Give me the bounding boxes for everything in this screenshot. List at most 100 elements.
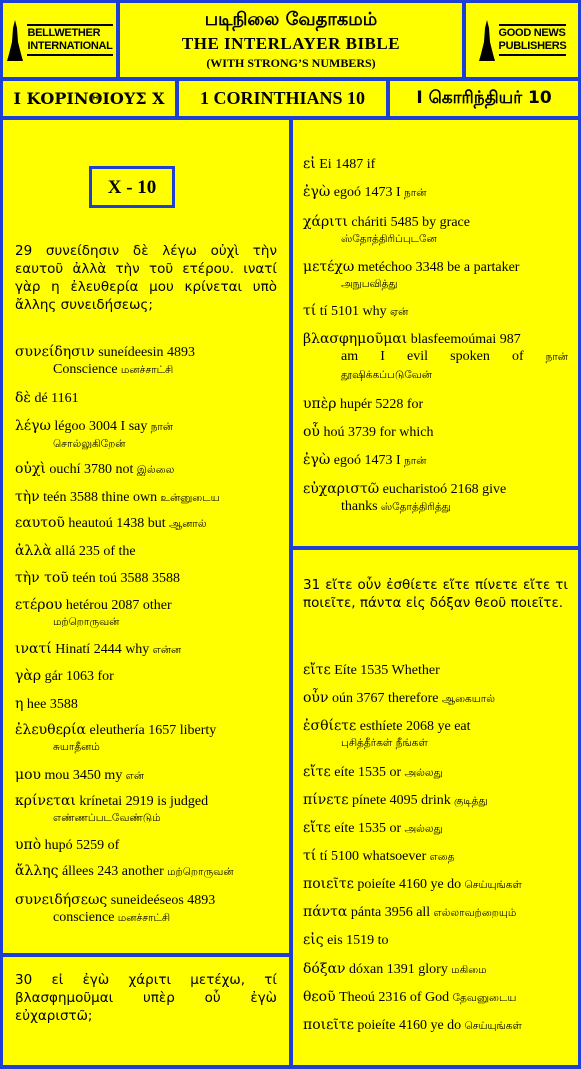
- greek-word: ινατί: [15, 641, 52, 657]
- transliteration-strongs: tí 5101 why: [319, 304, 387, 319]
- transliteration-strongs: oún 3767 therefore: [331, 691, 439, 706]
- tamil-gloss: ஸ்தோத்திரித்து: [377, 501, 451, 513]
- word-entry: οὐχὶ ouchí 3780 not இல்லை: [15, 461, 277, 479]
- greek-word: δὲ: [15, 390, 31, 406]
- transliteration-strongs: teén toú 3588 3588: [72, 571, 180, 586]
- chapter-label: X - 10: [89, 166, 175, 208]
- word-entry: η hee 3588: [15, 696, 277, 713]
- tamil-gloss: ஏன்: [386, 306, 409, 318]
- greek-word: κρίνεται: [15, 793, 76, 809]
- greek-word: εἰς: [303, 932, 324, 948]
- transliteration-strongs: teén 3588 thine own: [43, 490, 158, 505]
- left-column-v29: X - 10 29 συνείδησιν δὲ λέγω οὐχὶ τὴν εα…: [3, 120, 289, 953]
- title-block: படிநிலை வேதாகமம் THE INTERLAYER BIBLE (W…: [120, 3, 462, 77]
- greek-word: υπὸ: [15, 837, 42, 853]
- word-entry: ἐλευθερία eleuthería 1657 liberty சுயாதீன…: [15, 722, 277, 756]
- word-entry: εἴτε Eíte 1535 Whether: [303, 662, 568, 679]
- verse-31-text: 31 εἴτε οὖν ἐσθίετε εἴτε πίνετε εἴτε τι …: [303, 577, 568, 611]
- transliteration-strongs: hetérou 2087 other: [65, 598, 172, 613]
- transliteration-strongs: Eíte 1535 Whether: [334, 663, 440, 678]
- word-entry: εὐχαριστῶ eucharistoó 2168 give thanks ஸ்…: [303, 481, 568, 516]
- transliteration-strongs: hee 3588: [26, 697, 78, 712]
- word-entry: τί tí 5100 whatsoever எதை: [303, 848, 568, 866]
- word-entry: χάριτι cháriti 5485 by grace ஸ்தோத்திரிப்…: [303, 214, 568, 248]
- transliteration-strongs: egoó 1473 I: [333, 185, 401, 200]
- tamil-gloss: குடித்து: [450, 795, 488, 807]
- left-column-v30: 30 εἰ ἐγὼ χάριτι μετέχω, τί βλασφημοῦμαι…: [3, 957, 289, 1065]
- logo-line: BELLWETHER: [27, 27, 101, 39]
- transliteration-strongs: Theoú 2316 of God: [339, 990, 450, 1005]
- word-entry: ἐσθίετε esthíete 2068 ye eat புசித்தீர்கள…: [303, 718, 568, 752]
- transliteration-strongs: krínetai 2919 is judged: [79, 794, 209, 809]
- transliteration-strongs: eleuthería 1657 liberty: [89, 723, 217, 738]
- transliteration-strongs: Ei 1487 if: [319, 157, 376, 172]
- transliteration-strongs: eíte 1535 or: [334, 765, 402, 780]
- transliteration-strongs: eis 1519 to: [327, 933, 389, 948]
- right-column-v30: εἰ Ei 1487 if ἐγὼ egoó 1473 I நான் χάριτι …: [293, 120, 578, 546]
- greek-word: δόξαν: [303, 961, 346, 977]
- transliteration-strongs: metéchoo 3348 be a partaker: [357, 260, 520, 275]
- word-entry: ετέρου hetérou 2087 other மற்றொருவன்: [15, 597, 277, 631]
- transliteration-strongs: dé 1161: [34, 391, 79, 406]
- greek-word: εαυτοῦ: [15, 515, 65, 531]
- greek-word: ἐγὼ: [303, 184, 331, 200]
- book-greek: Ι ΚΟΡΙΝΘΙΟΥΣ Χ: [3, 81, 175, 116]
- greek-word: εἰ: [303, 156, 316, 172]
- english-gloss-continued: எண்ணப்படவேண்டும்: [53, 812, 161, 824]
- transliteration-strongs: poieíte 4160 ye do: [357, 877, 462, 892]
- greek-word: ποιεῖτε: [303, 876, 354, 892]
- book-english: 1 CORINTHIANS 10: [179, 81, 386, 116]
- book-tamil: I கொரிந்தியர் 10: [390, 81, 578, 116]
- word-entry: τί tí 5101 why ஏன்: [303, 303, 568, 321]
- greek-word: θεοῦ: [303, 989, 336, 1005]
- english-gloss-continued: புசித்தீர்கள் நீங்கள்: [341, 737, 428, 749]
- logo-line: GOOD NEWS: [498, 27, 566, 39]
- greek-word: ἐσθίετε: [303, 718, 357, 734]
- greek-word: ἄλλης: [15, 863, 59, 879]
- verse-29-text: 29 συνείδησιν δὲ λέγω οὐχὶ τὴν εαυτοῦ ἀλ…: [15, 243, 277, 313]
- word-entry: οὖν oún 3767 therefore ஆகையால்: [303, 690, 568, 708]
- greek-word: τὴν: [15, 489, 40, 505]
- tamil-gloss: மற்றொருவன்: [163, 866, 234, 878]
- greek-word: πίνετε: [303, 792, 349, 808]
- english-gloss-continued: மற்றொருவன்: [53, 616, 120, 628]
- word-entry: εἰ Ei 1487 if: [303, 156, 568, 173]
- greek-word: εἴτε: [303, 820, 331, 836]
- tamil-gloss: உன்னுடைய: [157, 492, 220, 504]
- tamil-gloss: இல்லை: [133, 464, 175, 476]
- greek-word: οὖν: [303, 690, 329, 706]
- word-entry: συνείδησιν suneídeesin 4893 Conscience மன…: [15, 344, 277, 379]
- greek-word: εἴτε: [303, 662, 331, 678]
- tamil-gloss: நீங்கள்: [392, 737, 428, 749]
- logo-line: INTERNATIONAL: [27, 40, 113, 52]
- tamil-gloss: ஆனால்: [165, 518, 207, 530]
- transliteration-strongs: eíte 1535 or: [334, 821, 402, 836]
- greek-word: εἴτε: [303, 764, 331, 780]
- transliteration-strongs: hupó 5259 of: [44, 838, 120, 853]
- word-entry: ἐγὼ egoó 1473 I நான்: [303, 452, 568, 470]
- word-entry: ποιεῖτε poieíte 4160 ye do செய்யுங்கள்: [303, 876, 568, 894]
- tamil-gloss: அல்லது: [401, 767, 443, 779]
- transliteration-strongs: pánta 3956 all: [350, 905, 431, 920]
- english-gloss-continued: அநுபவித்து: [341, 278, 398, 290]
- tamil-gloss: தேவனுடைய: [449, 992, 517, 1004]
- tamil-gloss: என்ன: [149, 644, 182, 656]
- word-entry: συνειδήσεως suneideéseos 4893 conscience …: [15, 892, 277, 927]
- good-news-logo: GOOD NEWS PUBLISHERS: [466, 3, 578, 77]
- tamil-gloss: நான்: [400, 187, 427, 199]
- tamil-gloss: செய்யுங்கள்: [461, 1020, 522, 1032]
- word-entry: κρίνεται krínetai 2919 is judged எண்ணப்பட…: [15, 793, 277, 827]
- word-entry: εαυτοῦ heautoú 1438 but ஆனால்: [15, 515, 277, 533]
- tamil-gloss: அல்லது: [401, 823, 443, 835]
- transliteration-strongs: tí 5100 whatsoever: [319, 849, 427, 864]
- word-entry: ινατί Hinatí 2444 why என்ன: [15, 641, 277, 659]
- transliteration-strongs: ouchí 3780 not: [49, 462, 134, 477]
- transliteration-strongs: hoú 3739 for which: [323, 425, 434, 440]
- word-entry: γὰρ gár 1063 for: [15, 668, 277, 685]
- english-gloss-continued: சொல்லுகிறேன்: [53, 438, 126, 450]
- word-entry: δὲ dé 1161: [15, 390, 277, 407]
- greek-word: συνειδήσεως: [15, 892, 108, 908]
- transliteration-strongs: suneídeesin 4893: [98, 345, 196, 360]
- tamil-gloss: நான்: [400, 455, 427, 467]
- greek-word: χάριτι: [303, 214, 348, 230]
